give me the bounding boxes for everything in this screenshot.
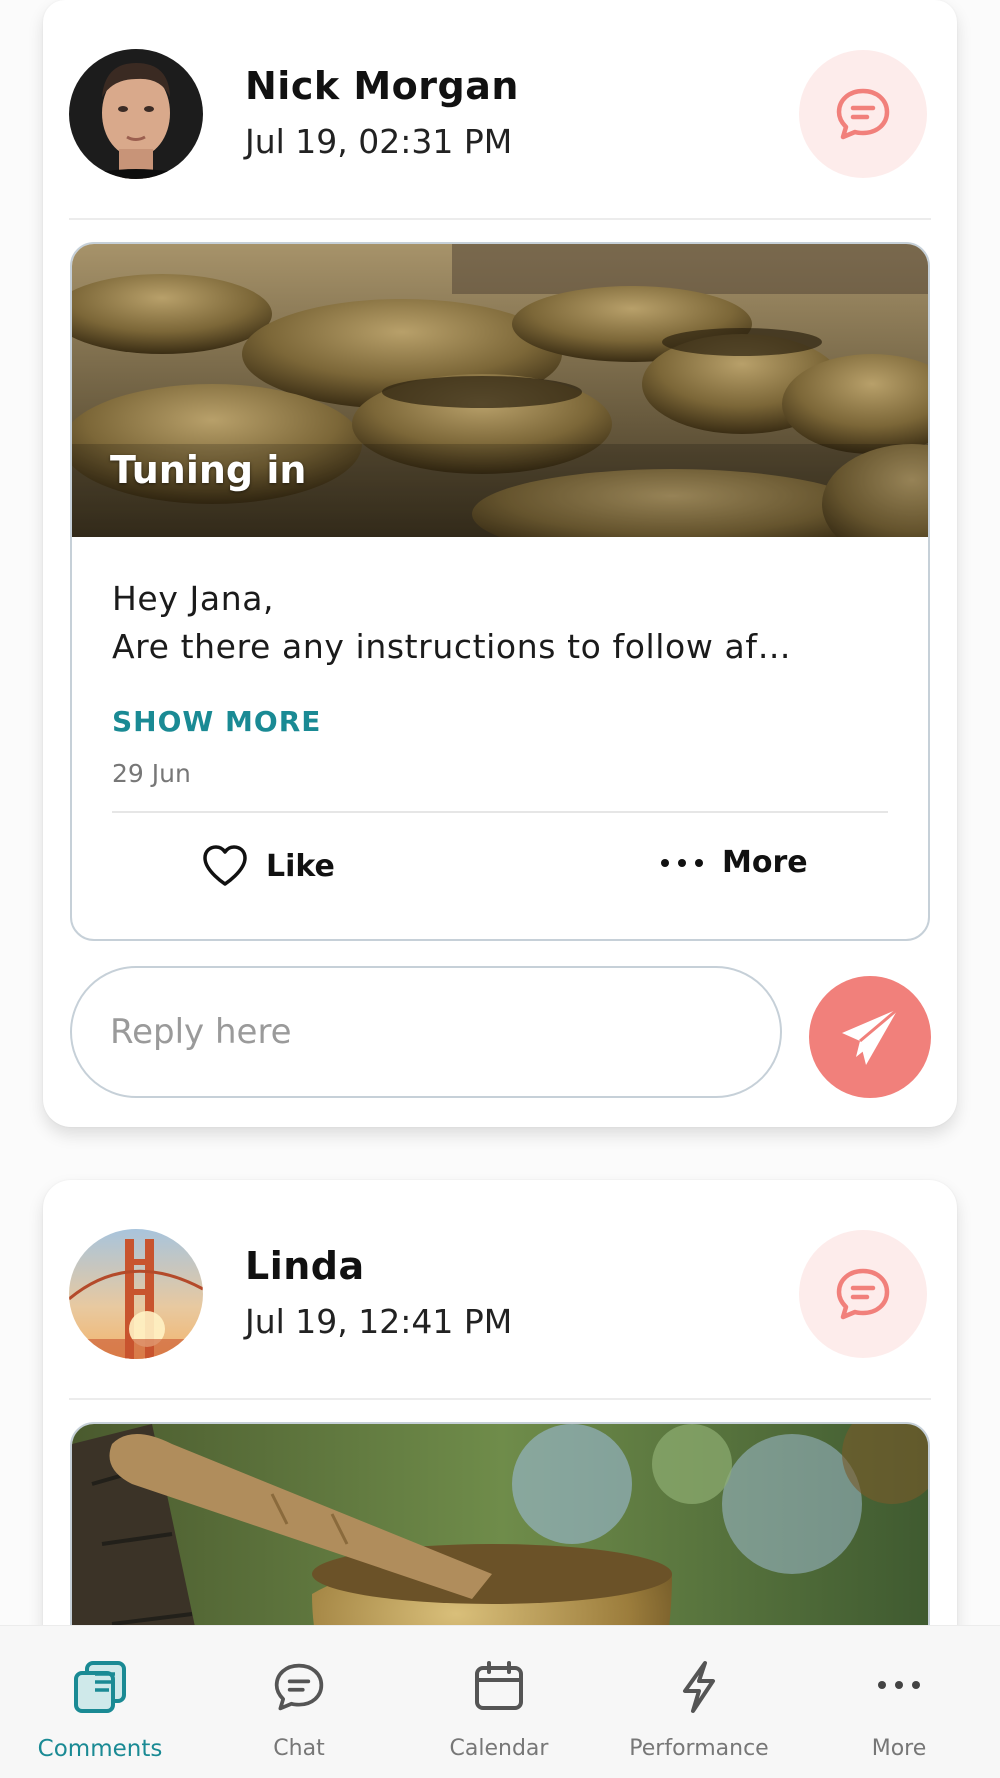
post-content: Tuning in Hey Jana, Are there any instru… bbox=[70, 242, 930, 941]
comment-button[interactable] bbox=[799, 1230, 927, 1358]
comment-button[interactable] bbox=[799, 50, 927, 178]
more-dots-icon bbox=[661, 858, 703, 867]
message-text-line1: Hey Jana, bbox=[112, 579, 275, 618]
nav-label: Calendar bbox=[449, 1736, 549, 1761]
comment-icon bbox=[836, 1268, 890, 1320]
comments-icon bbox=[73, 1660, 127, 1718]
post-card: Nick Morgan Jul 19, 02:31 PM Tuning in H… bbox=[43, 0, 957, 1127]
more-label: More bbox=[722, 845, 808, 880]
author-name: Nick Morgan bbox=[245, 64, 519, 108]
nav-label: Performance bbox=[629, 1736, 769, 1761]
message-text-line2: Are there any instructions to follow af… bbox=[112, 627, 792, 666]
nav-chat[interactable]: Chat bbox=[199, 1626, 399, 1778]
nav-performance[interactable]: Performance bbox=[599, 1626, 799, 1778]
nav-label: More bbox=[871, 1736, 927, 1761]
header-divider bbox=[69, 218, 931, 220]
message-body: Hey Jana, Are there any instructions to … bbox=[72, 537, 928, 939]
post-photo[interactable]: Tuning in bbox=[72, 244, 928, 537]
post-header: Nick Morgan Jul 19, 02:31 PM bbox=[43, 0, 957, 179]
message-date: 29 Jun bbox=[112, 759, 191, 788]
chat-icon bbox=[271, 1660, 327, 1718]
reply-input[interactable] bbox=[70, 966, 782, 1098]
comment-icon bbox=[836, 88, 890, 140]
actions-divider bbox=[112, 811, 888, 813]
author-name: Linda bbox=[245, 1244, 365, 1288]
bottom-nav: Comments Chat Calendar Performance More bbox=[0, 1625, 1000, 1778]
post-header: Linda Jul 19, 12:41 PM bbox=[43, 1180, 957, 1359]
calendar-icon bbox=[473, 1660, 525, 1716]
like-button[interactable]: Like bbox=[202, 845, 335, 887]
more-dots-icon bbox=[877, 1676, 921, 1695]
avatar[interactable] bbox=[69, 49, 203, 179]
heart-icon bbox=[203, 845, 247, 886]
nav-more[interactable]: More bbox=[799, 1626, 999, 1778]
like-label: Like bbox=[266, 848, 335, 884]
header-divider bbox=[69, 1398, 931, 1400]
nav-calendar[interactable]: Calendar bbox=[399, 1626, 599, 1778]
nav-label: Chat bbox=[273, 1736, 325, 1761]
nav-label: Comments bbox=[37, 1736, 163, 1762]
nav-comments[interactable]: Comments bbox=[0, 1626, 200, 1778]
photo-title: Tuning in bbox=[110, 448, 307, 492]
show-more-link[interactable]: SHOW MORE bbox=[112, 705, 321, 738]
send-button[interactable] bbox=[809, 976, 931, 1098]
post-time: Jul 19, 12:41 PM bbox=[245, 1302, 513, 1341]
send-icon bbox=[842, 1007, 899, 1065]
lightning-icon bbox=[679, 1660, 719, 1718]
more-actions-button[interactable]: More bbox=[660, 845, 808, 880]
post-time: Jul 19, 02:31 PM bbox=[245, 122, 513, 161]
feed-page: Nick Morgan Jul 19, 02:31 PM Tuning in H… bbox=[0, 0, 1000, 1778]
avatar[interactable] bbox=[69, 1229, 203, 1359]
